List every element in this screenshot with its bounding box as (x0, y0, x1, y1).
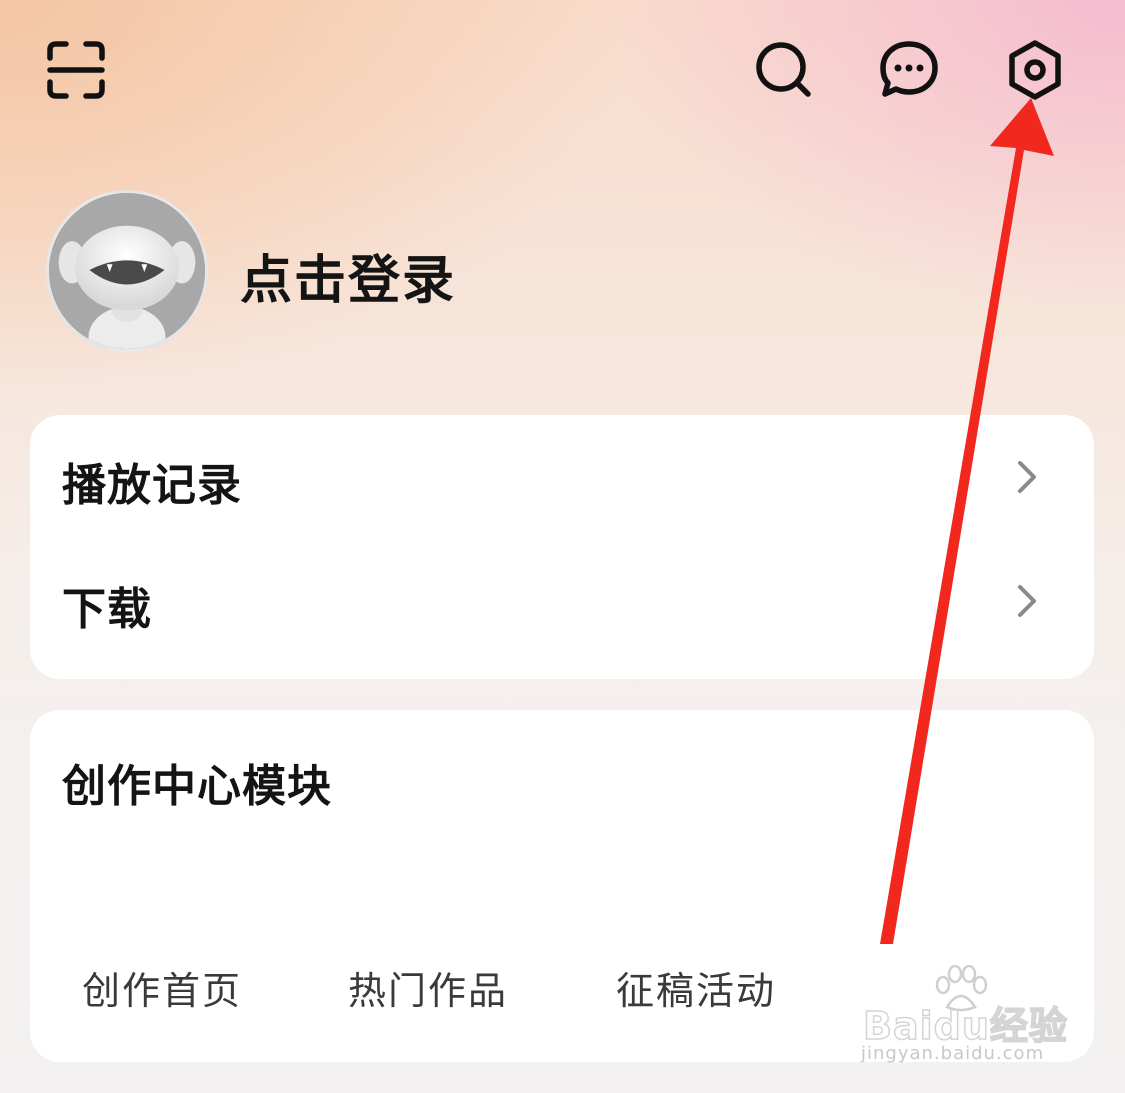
login-prompt[interactable]: 点击登录 (240, 238, 456, 313)
scan-icon[interactable] (44, 38, 108, 102)
play-history-row[interactable]: 播放记录 (30, 415, 1094, 539)
contest-events-tab[interactable]: 征稿活动 (616, 960, 776, 1015)
creator-home-tab[interactable]: 创作首页 (82, 960, 242, 1015)
chevron-right-icon (1014, 583, 1040, 619)
hot-works-tab[interactable]: 热门作品 (348, 960, 508, 1015)
message-icon[interactable] (877, 38, 941, 102)
avatar[interactable] (46, 190, 208, 352)
top-bar (0, 0, 1125, 140)
downloads-label: 下载 (62, 584, 152, 635)
search-icon[interactable] (752, 38, 816, 102)
watermark-url: jingyan.baidu.com (861, 1043, 1045, 1064)
creator-center-title: 创作中心模块 (62, 761, 332, 812)
records-card: 播放记录 下载 (30, 415, 1094, 679)
downloads-row[interactable]: 下载 (30, 539, 1094, 663)
chevron-right-icon (1014, 459, 1040, 495)
baidu-watermark: Baidu经验 jingyan.baidu.com (855, 965, 1070, 1070)
play-history-label: 播放记录 (62, 460, 242, 511)
settings-icon[interactable] (1003, 38, 1067, 102)
watermark-brand: Baidu经验 (862, 1003, 1068, 1049)
